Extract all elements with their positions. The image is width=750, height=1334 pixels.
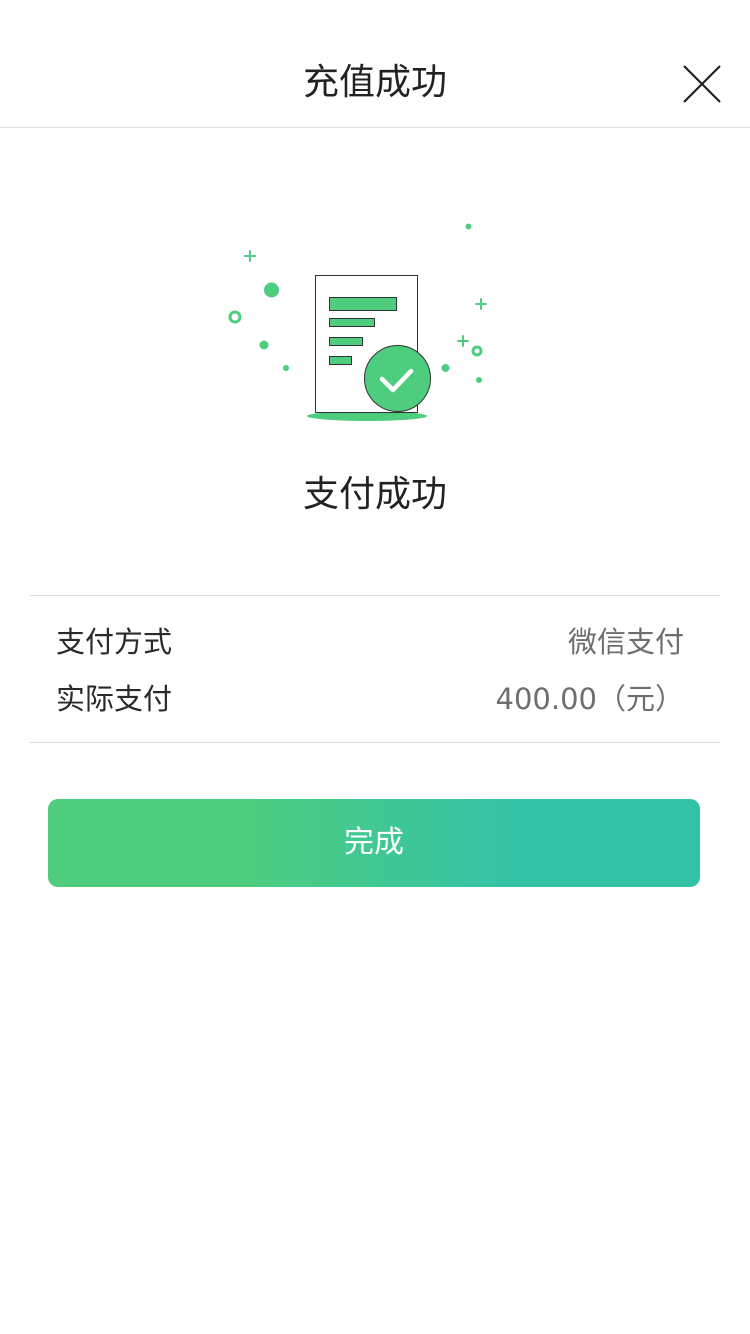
actual-payment-label: 实际支付 xyxy=(56,682,173,716)
payment-method-label: 支付方式 xyxy=(56,625,173,659)
navigation-header: 充值成功 xyxy=(0,0,750,128)
payment-status-title: 支付成功 xyxy=(302,474,447,515)
actual-payment-value: 400.00（元） xyxy=(495,682,684,716)
close-button[interactable] xyxy=(678,60,726,108)
actual-payment-row: 实际支付 400.00（元） xyxy=(56,677,684,721)
payment-method-value: 微信支付 xyxy=(567,625,684,659)
payment-method-row: 支付方式 微信支付 xyxy=(56,620,684,664)
close-icon xyxy=(683,65,721,103)
done-button[interactable]: 完成 xyxy=(48,799,700,887)
receipt-check-icon xyxy=(228,223,487,421)
payment-success-illustration xyxy=(225,218,495,428)
page-title: 充值成功 xyxy=(302,62,447,103)
payment-details: 支付方式 微信支付 实际支付 400.00（元） xyxy=(30,595,720,743)
